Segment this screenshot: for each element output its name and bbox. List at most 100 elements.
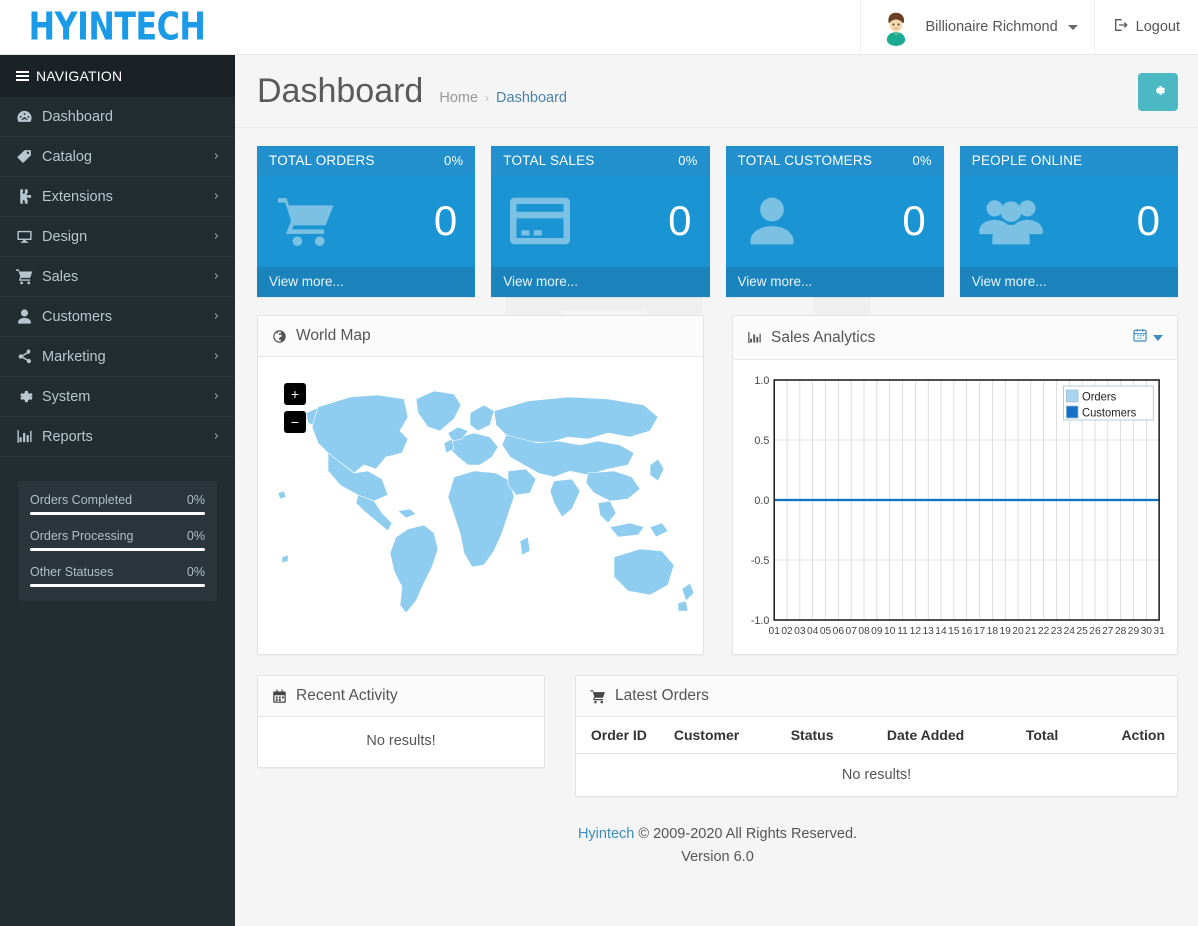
progress-orders-completed: Orders Completed 0% xyxy=(30,493,205,515)
tile-title: TOTAL CUSTOMERS xyxy=(738,153,873,168)
chevron-right-icon: › xyxy=(214,149,219,164)
svg-text:09: 09 xyxy=(871,626,883,637)
chevron-right-icon: › xyxy=(214,309,219,324)
footer-brand-link[interactable]: Hyintech xyxy=(578,826,634,842)
progress-label: Other Statuses xyxy=(30,565,113,579)
svg-text:08: 08 xyxy=(858,626,870,637)
svg-text:Customers: Customers xyxy=(1082,407,1137,419)
world-map[interactable]: + − xyxy=(258,357,703,651)
chevron-right-icon: › xyxy=(214,229,219,244)
sidebar-item-dashboard[interactable]: Dashboard xyxy=(0,97,235,137)
svg-text:26: 26 xyxy=(1089,626,1101,637)
settings-button[interactable] xyxy=(1138,73,1178,111)
svg-text:21: 21 xyxy=(1025,626,1037,637)
logout-button[interactable]: Logout xyxy=(1094,0,1198,54)
tile-footer[interactable]: View more... xyxy=(257,267,475,297)
latest-orders-table: Order ID Customer Status Date Added Tota… xyxy=(576,717,1177,796)
tile-header: TOTAL CUSTOMERS 0% xyxy=(726,146,944,175)
svg-text:04: 04 xyxy=(807,626,819,637)
map-zoom-out-button[interactable]: − xyxy=(284,411,306,433)
logout-label: Logout xyxy=(1136,19,1180,35)
sidebar-item-label: Sales xyxy=(42,269,214,285)
svg-text:31: 31 xyxy=(1153,626,1165,637)
page-title: Dashboard xyxy=(257,74,423,110)
caret-down-icon xyxy=(1153,335,1163,341)
table-header-row: Order ID Customer Status Date Added Tota… xyxy=(576,717,1177,754)
map-zoom-controls: + − xyxy=(284,383,306,433)
recent-activity-panel: Recent Activity No results! xyxy=(257,675,545,768)
tile-footer[interactable]: View more... xyxy=(960,267,1178,297)
content-header: Dashboard Home › Dashboard xyxy=(235,55,1198,128)
logo[interactable]: HYINTECH xyxy=(0,0,235,55)
breadcrumb-dashboard[interactable]: Dashboard xyxy=(496,90,567,106)
sidebar-item-label: System xyxy=(42,389,214,405)
tag-icon xyxy=(16,148,42,165)
tile-total-orders[interactable]: TOTAL ORDERS 0% 0 View more... xyxy=(257,146,475,297)
svg-text:02: 02 xyxy=(781,626,793,637)
svg-text:14: 14 xyxy=(935,626,947,637)
tile-people-online[interactable]: PEOPLE ONLINE 0 View more... xyxy=(960,146,1178,297)
tile-footer[interactable]: View more... xyxy=(491,267,709,297)
sidebar-item-label: Catalog xyxy=(42,149,214,165)
progress-label: Orders Processing xyxy=(30,529,134,543)
sales-analytics-chart[interactable]: 1.00.50.0-0.5-1.001020304050607080910111… xyxy=(733,360,1177,654)
gear-icon xyxy=(1150,82,1167,102)
svg-text:28: 28 xyxy=(1115,626,1127,637)
chart-date-range-dropdown[interactable] xyxy=(1132,327,1163,348)
column-status: Status xyxy=(766,717,858,754)
sidebar-item-design[interactable]: Design › xyxy=(0,217,235,257)
table-body: No results! xyxy=(576,754,1177,797)
topbar: Billionaire Richmond Logout xyxy=(235,0,1198,55)
dashboard-icon xyxy=(16,108,42,125)
svg-text:15: 15 xyxy=(948,626,960,637)
tile-total-customers[interactable]: TOTAL CUSTOMERS 0% 0 View more... xyxy=(726,146,944,297)
tile-value: 0 xyxy=(1137,200,1160,242)
panel-title: Sales Analytics xyxy=(771,329,875,347)
tile-body: 0 xyxy=(726,175,944,267)
progress-other-statuses: Other Statuses 0% xyxy=(30,565,205,587)
footer-copyright-line: Hyintech © 2009-2020 All Rights Reserved… xyxy=(257,823,1178,846)
tile-total-sales[interactable]: TOTAL SALES 0% 0 View more... xyxy=(491,146,709,297)
user-menu[interactable]: Billionaire Richmond xyxy=(860,0,1093,54)
share-icon xyxy=(16,348,42,365)
navigation-header: NAVIGATION xyxy=(0,55,235,97)
svg-text:12: 12 xyxy=(910,626,922,637)
gear-icon xyxy=(16,388,42,405)
sidebar-item-catalog[interactable]: Catalog › xyxy=(0,137,235,177)
sidebar-item-reports[interactable]: Reports › xyxy=(0,417,235,457)
svg-text:0.5: 0.5 xyxy=(754,435,769,447)
sidebar-item-marketing[interactable]: Marketing › xyxy=(0,337,235,377)
dashboard-body: TOTAL ORDERS 0% 0 View more... TOTAL SAL… xyxy=(235,128,1198,926)
panel-header: Recent Activity xyxy=(258,676,544,717)
tile-title: TOTAL SALES xyxy=(503,153,594,168)
tile-header: TOTAL SALES 0% xyxy=(491,146,709,175)
globe-icon xyxy=(272,329,287,344)
sidebar-item-customers[interactable]: Customers › xyxy=(0,297,235,337)
sidebar-item-system[interactable]: System › xyxy=(0,377,235,417)
progress-value: 0% xyxy=(187,493,205,507)
footer-copyright: © 2009-2020 All Rights Reserved. xyxy=(634,826,857,842)
panel-title: World Map xyxy=(296,327,371,345)
bar-chart-icon xyxy=(16,428,42,445)
sidebar-item-extensions[interactable]: Extensions › xyxy=(0,177,235,217)
chevron-right-icon: › xyxy=(214,389,219,404)
sidebar-item-sales[interactable]: Sales › xyxy=(0,257,235,297)
map-zoom-in-button[interactable]: + xyxy=(284,383,306,405)
tile-footer[interactable]: View more... xyxy=(726,267,944,297)
panel-title: Latest Orders xyxy=(615,687,709,705)
tile-body: 0 xyxy=(491,175,709,267)
calendar-icon xyxy=(1132,327,1148,348)
sidebar-item-label: Reports xyxy=(42,429,214,445)
latest-orders-empty: No results! xyxy=(576,754,1177,797)
tile-percent: 0% xyxy=(678,153,697,168)
shopping-cart-icon xyxy=(275,193,337,249)
sidebar-item-label: Customers xyxy=(42,309,214,325)
world-map-svg xyxy=(258,361,703,651)
tile-title: TOTAL ORDERS xyxy=(269,153,375,168)
svg-text:1.0: 1.0 xyxy=(754,375,769,387)
tile-percent: 0% xyxy=(444,153,463,168)
tile-value: 0 xyxy=(434,200,457,242)
chevron-right-icon: › xyxy=(214,429,219,444)
breadcrumb-home[interactable]: Home xyxy=(439,90,478,106)
panel-header: Latest Orders xyxy=(576,676,1177,717)
